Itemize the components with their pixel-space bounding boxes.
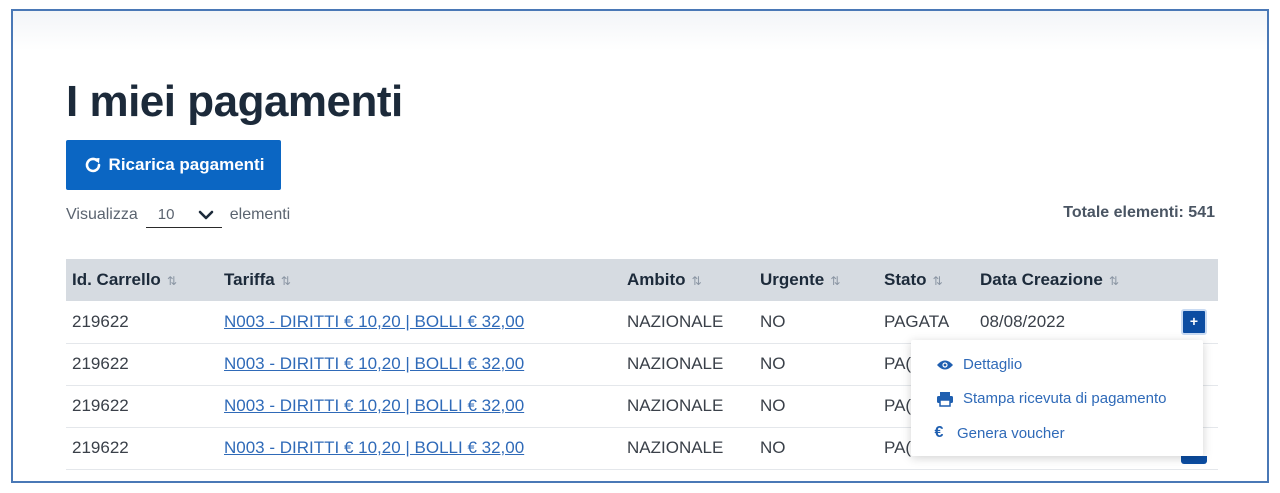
content-area: I miei pagamenti Ricarica pagamenti Visu… <box>13 11 1267 481</box>
cell-urgente: NO <box>760 438 786 457</box>
cell-tariffa: N003 - DIRITTI € 10,20 | BOLLI € 32,00 <box>218 301 621 343</box>
show-prefix-label: Visualizza <box>66 206 138 223</box>
cell-id: 219622 <box>72 438 129 457</box>
menu-item-stampa-ricevuta[interactable]: Stampa ricevuta di pagamento <box>935 390 1166 407</box>
euro-icon: € <box>934 424 944 441</box>
eye-icon <box>935 359 955 371</box>
cell-tariffa: N003 - DIRITTI € 10,20 | BOLLI € 32,00 <box>218 427 621 469</box>
refresh-icon <box>85 157 100 173</box>
reload-button-label: Ricarica pagamenti <box>108 155 265 174</box>
menu-item-label: Dettaglio <box>963 356 1023 373</box>
total-elements: Totale elementi: 541 <box>1063 204 1215 221</box>
page-frame: I miei pagamenti Ricarica pagamenti Visu… <box>11 9 1269 483</box>
tariffa-link[interactable]: N003 - DIRITTI € 10,20 | BOLLI € 32,00 <box>224 354 524 373</box>
row-actions-menu: Dettaglio Stampa ricevuta di pagamento €… <box>911 340 1203 456</box>
cell-id: 219622 <box>72 354 129 373</box>
cell-tariffa: N003 - DIRITTI € 10,20 | BOLLI € 32,00 <box>218 385 621 427</box>
cell-ambito: NAZIONALE <box>627 354 724 373</box>
cell-urgente: NO <box>760 354 786 373</box>
cell-data-creazione: 08/08/2022 <box>980 311 1066 331</box>
cell-id: 219622 <box>72 396 129 415</box>
cell-tariffa: N003 - DIRITTI € 10,20 | BOLLI € 32,00 <box>218 343 621 385</box>
column-header-stato[interactable]: Stato ⇅ <box>878 259 974 301</box>
sort-icon: ⇅ <box>932 274 943 288</box>
menu-item-dettaglio[interactable]: Dettaglio <box>935 356 1022 373</box>
column-header-tariffa[interactable]: Tariffa ⇅ <box>218 259 621 301</box>
cell-ambito: NAZIONALE <box>627 311 724 331</box>
sort-icon: ⇅ <box>830 274 841 288</box>
page-size-value: 10 <box>157 206 175 223</box>
cell-ambito: NAZIONALE <box>627 438 724 457</box>
tariffa-link[interactable]: N003 - DIRITTI € 10,20 | BOLLI € 32,00 <box>224 396 524 415</box>
chevron-down-icon <box>198 210 214 219</box>
cell-urgente: NO <box>760 311 786 331</box>
cell-ambito: NAZIONALE <box>627 396 724 415</box>
cell-id: 219622 <box>72 311 129 331</box>
column-header-id[interactable]: Id. Carrello ⇅ <box>66 259 218 301</box>
cell-urgente: NO <box>760 396 786 415</box>
column-header-ambito[interactable]: Ambito ⇅ <box>621 259 754 301</box>
printer-icon <box>935 391 955 407</box>
cell-actions: + <box>1164 301 1218 343</box>
page-size-control: Visualizza 10 elementi <box>66 202 290 228</box>
row-actions-button[interactable] <box>1181 455 1207 464</box>
table-header-row: Id. Carrello ⇅ Tariffa ⇅ Ambito ⇅ Urgente ⇅ … <box>66 259 1218 301</box>
page-title: I miei pagamenti <box>66 77 403 126</box>
column-header-urgente[interactable]: Urgente ⇅ <box>754 259 878 301</box>
sort-icon: ⇅ <box>1108 274 1119 288</box>
page-size-select[interactable]: 10 <box>145 202 222 228</box>
sort-icon: ⇅ <box>280 274 291 288</box>
cell-stato: PAGATA <box>884 311 950 331</box>
show-suffix-label: elementi <box>229 206 291 223</box>
menu-item-label: Genera voucher <box>957 424 1065 442</box>
column-header-actions <box>1164 259 1218 301</box>
tariffa-link[interactable]: N003 - DIRITTI € 10,20 | BOLLI € 32,00 <box>224 438 524 457</box>
sort-icon: ⇅ <box>166 274 177 288</box>
menu-item-genera-voucher[interactable]: € Genera voucher <box>929 424 1065 442</box>
table-row: 219622 N003 - DIRITTI € 10,20 | BOLLI € … <box>66 301 1218 343</box>
column-header-data-creazione[interactable]: Data Creazione ⇅ <box>974 259 1164 301</box>
menu-item-label: Stampa ricevuta di pagamento <box>963 390 1167 407</box>
tariffa-link[interactable]: N003 - DIRITTI € 10,20 | BOLLI € 32,00 <box>224 312 524 331</box>
reload-payments-button[interactable]: Ricarica pagamenti <box>66 140 281 190</box>
sort-icon: ⇅ <box>691 274 702 288</box>
row-actions-button[interactable]: + <box>1181 308 1207 335</box>
